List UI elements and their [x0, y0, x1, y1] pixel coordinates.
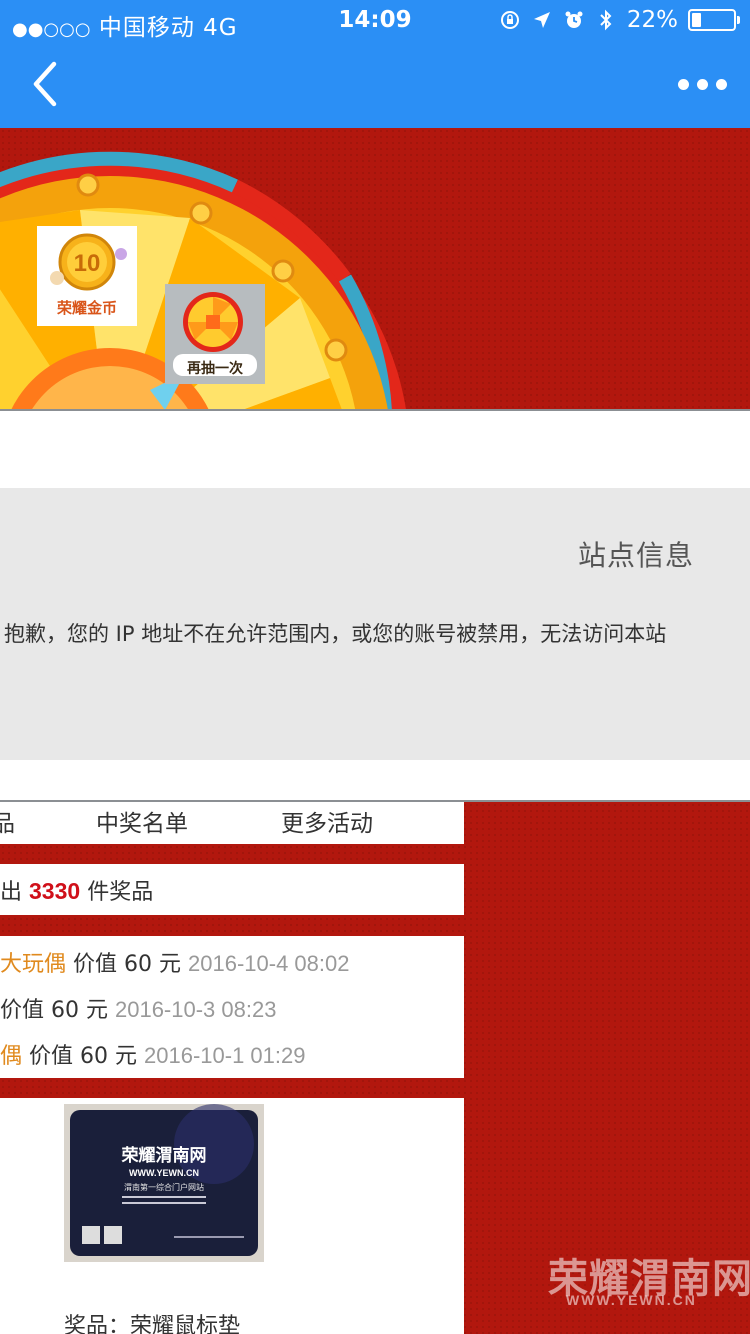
site-watermark: 荣耀渭南网 WWW.YEWN.CN — [548, 1246, 750, 1316]
status-bar: ●●○○○ 中国移动 4G 14:09 22% — [0, 0, 750, 41]
watermark-sub: WWW.YEWN.CN — [566, 1292, 697, 1308]
svg-text:WWW.YEWN.CN: WWW.YEWN.CN — [129, 1168, 199, 1178]
winner-value: 价值 60 元 — [73, 952, 181, 977]
winner-value: 价值 60 元 — [0, 998, 108, 1023]
total-prizes-card: 出 3330 件奖品 — [0, 864, 464, 915]
total-count: 3330 — [29, 878, 81, 904]
site-info-box: 站点信息 抱歉，您的 IP 地址不在允许范围内，或您的账号被禁用，无法访问本站 — [0, 488, 750, 760]
banner-divider — [0, 409, 750, 411]
orientation-lock-icon — [499, 9, 521, 31]
top-bar: ●●○○○ 中国移动 4G 14:09 22% — [0, 0, 750, 128]
winner-row: 大玩偶 价值 60 元 2016-10-4 08:02 — [0, 946, 349, 978]
location-arrow-icon — [531, 9, 553, 31]
total-prefix: 出 — [0, 880, 23, 905]
coin-badge-label: 荣耀金币 — [56, 299, 117, 317]
spin-again-label: 再抽一次 — [187, 361, 243, 377]
svg-text:荣耀渭南网: 荣耀渭南网 — [121, 1145, 207, 1166]
tab-more-activities[interactable]: 更多活动 — [281, 804, 373, 838]
spin-again-thumbnail[interactable]: 再抽一次 — [165, 284, 265, 384]
winner-date: 2016-10-4 08:02 — [188, 951, 350, 976]
winner-prize: 偶 — [0, 1044, 23, 1069]
more-dots-icon — [678, 78, 689, 90]
alarm-icon — [563, 9, 585, 31]
svg-text:10: 10 — [74, 250, 101, 277]
tab-winners-list[interactable]: 中奖名单 — [96, 804, 188, 838]
mousepad-graphic: 荣耀渭南网 WWW.YEWN.CN 渭南第一综合门户网站 — [64, 1104, 264, 1262]
svg-text:渭南第一综合门户网站: 渭南第一综合门户网站 — [124, 1182, 204, 1192]
total-prizes-text: 出 3330 件奖品 — [0, 874, 153, 906]
battery-icon — [688, 9, 740, 31]
chevron-left-icon — [33, 61, 57, 107]
back-button[interactable] — [26, 60, 66, 110]
lottery-tabs: 品 中奖名单 更多活动 — [0, 802, 464, 844]
winner-row: 价值 60 元 2016-10-3 08:23 — [0, 992, 276, 1024]
winner-value: 价值 60 元 — [29, 1044, 137, 1069]
site-info-message: 抱歉，您的 IP 地址不在允许范围内，或您的账号被禁用，无法访问本站 — [4, 622, 667, 646]
total-suffix: 件奖品 — [87, 880, 154, 905]
winner-row: 偶 价值 60 元 2016-10-1 01:29 — [0, 1038, 305, 1070]
battery-percent: 22% — [626, 7, 678, 33]
winner-date: 2016-10-1 01:29 — [144, 1043, 306, 1068]
mousepad-image[interactable]: 荣耀渭南网 WWW.YEWN.CN 渭南第一综合门户网站 — [64, 1104, 264, 1262]
more-button[interactable] — [678, 70, 732, 98]
winner-date: 2016-10-3 08:23 — [114, 997, 277, 1022]
lottery-banner: 10 荣耀金币 再抽一次 — [0, 128, 750, 411]
winners-list: 大玩偶 价值 60 元 2016-10-4 08:02 价值 60 元 2016… — [0, 936, 464, 1078]
prize-item-card: 荣耀渭南网 WWW.YEWN.CN 渭南第一综合门户网站 奖品：荣耀鼠标垫 — [0, 1098, 464, 1334]
status-icons: 22% — [499, 7, 740, 33]
tab-prizes[interactable]: 品 — [0, 804, 15, 838]
site-info-title: 站点信息 — [578, 539, 695, 572]
winner-prize: 大玩偶 — [0, 952, 67, 977]
coin-prize-thumbnail[interactable]: 10 荣耀金币 — [37, 226, 137, 326]
bluetooth-icon — [595, 9, 617, 31]
prize-item-label: 奖品：荣耀鼠标垫 — [64, 1314, 241, 1334]
